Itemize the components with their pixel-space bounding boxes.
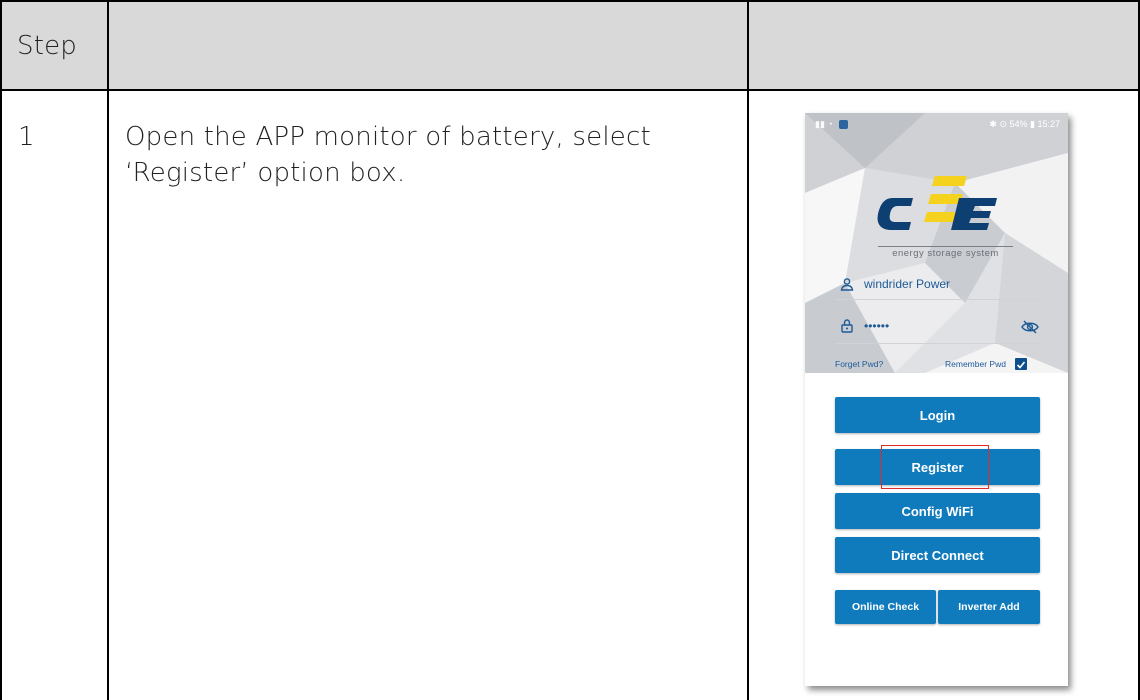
table-header-row: [0, 0, 1138, 89]
password-underline: [835, 343, 1040, 344]
app-screenshot: ▮▮ ◔ ✱ ⊙ 54% ▮ 15:27 energy storage syst…: [805, 113, 1068, 686]
status-right: ✱ ⊙ 54% ▮ 15:27: [989, 118, 1060, 129]
logo-caption: energy storage system: [878, 246, 1013, 259]
step-number: 1: [18, 122, 35, 152]
signal-icon: ▮▮ ◔: [815, 118, 833, 129]
cee-logo: [877, 176, 997, 230]
header-step: Step: [17, 31, 77, 61]
inverter-add-button[interactable]: Inverter Add: [938, 590, 1040, 624]
username-value: windrider Power: [864, 277, 951, 291]
table-border-top: [0, 0, 1140, 2]
table-header-divider: [0, 89, 1140, 91]
document-page: Step 1 Open the APP monitor of battery, …: [0, 0, 1140, 700]
status-bar: ▮▮ ◔ ✱ ⊙ 54% ▮ 15:27: [815, 118, 1060, 130]
step-instruction: Open the APP monitor of battery, select …: [125, 122, 651, 188]
user-icon: [840, 278, 854, 291]
remember-pwd-checkbox[interactable]: [1015, 358, 1027, 370]
direct-connect-button[interactable]: Direct Connect: [835, 537, 1040, 573]
config-wifi-button[interactable]: Config WiFi: [835, 493, 1040, 529]
eye-off-icon[interactable]: [1021, 320, 1039, 334]
password-field[interactable]: ••••••: [840, 315, 1040, 337]
table-col-divider-1: [107, 0, 109, 700]
forget-pwd-link[interactable]: Forget Pwd?: [835, 359, 883, 369]
lock-icon: [841, 319, 853, 333]
remember-pwd-label: Remember Pwd: [945, 359, 1006, 369]
password-value: ••••••: [864, 319, 890, 333]
status-icons-left: ▮▮ ◔: [815, 119, 848, 130]
online-check-button[interactable]: Online Check: [835, 590, 936, 624]
checkmark-icon: [1016, 361, 1026, 369]
register-highlight-box: [881, 445, 989, 489]
login-button[interactable]: Login: [835, 397, 1040, 433]
app-notification-icon: [838, 119, 848, 129]
table-col-divider-2: [747, 0, 749, 700]
username-underline: [835, 299, 1040, 300]
table-border-left: [0, 0, 2, 700]
username-field[interactable]: windrider Power: [840, 273, 1040, 295]
